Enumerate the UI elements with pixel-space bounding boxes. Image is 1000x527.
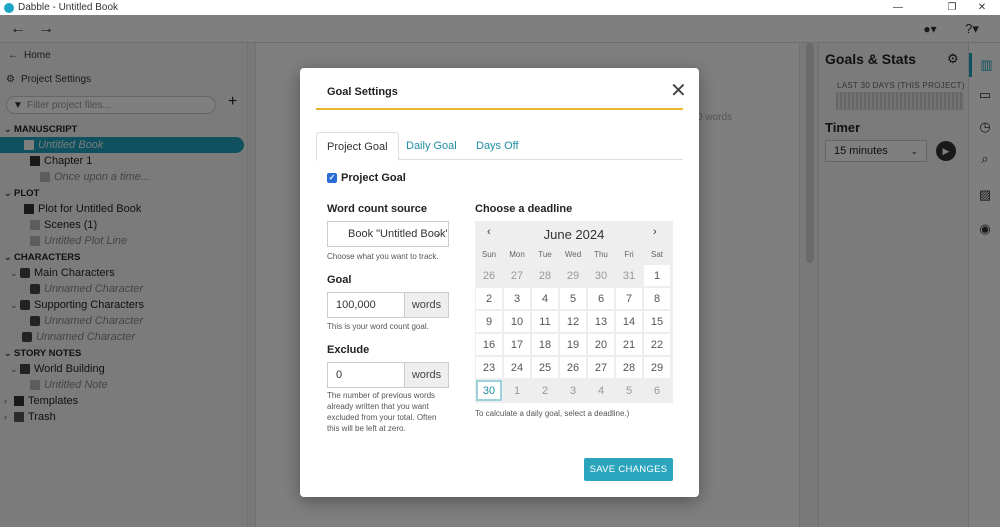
deadline-help: To calculate a daily goal, select a dead… <box>475 409 630 418</box>
calendar-day[interactable]: 4 <box>532 288 558 309</box>
calendar-day[interactable]: 26 <box>476 265 502 286</box>
calendar-day[interactable]: 3 <box>504 288 530 309</box>
calendar-day[interactable]: 14 <box>616 311 642 332</box>
dialog-title: Goal Settings <box>327 86 398 98</box>
exclude-help: The number of previous words already wri… <box>327 391 437 433</box>
calendar-weekday: Sun <box>481 250 497 259</box>
calendar-day[interactable]: 2 <box>532 380 558 401</box>
deadline-label: Choose a deadline <box>475 203 573 215</box>
tab-project-goal[interactable]: Project Goal <box>316 132 399 161</box>
checkbox-label: Project Goal <box>341 172 406 184</box>
calendar-day[interactable]: 24 <box>504 357 530 378</box>
checkbox-checked-icon[interactable]: ✓ <box>327 173 337 183</box>
calendar-month: June 2024 <box>543 226 605 242</box>
calendar-weekday: Thu <box>594 250 608 259</box>
deadline-calendar: ‹ June 2024 › Sun Mon Tue Wed Thu Fri Sat 26 27 2… <box>475 221 673 403</box>
calendar-day[interactable]: 19 <box>560 334 586 355</box>
window-titlebar: Dabble - Untitled Book <box>0 0 1000 15</box>
word-count-source-help: Choose what you want to track. <box>327 252 439 261</box>
calendar-weekday: Fri <box>624 250 634 259</box>
calendar-day[interactable]: 31 <box>616 265 642 286</box>
calendar-day[interactable]: 30 <box>476 380 502 401</box>
goal-label: Goal <box>327 274 352 286</box>
tab-days-off[interactable]: Days Off <box>466 132 529 160</box>
calendar-day[interactable]: 29 <box>644 357 670 378</box>
calendar-day[interactable]: 18 <box>532 334 558 355</box>
title-divider <box>316 108 683 110</box>
chevron-down-icon: ⌄ <box>434 228 442 238</box>
calendar-day[interactable]: 25 <box>532 357 558 378</box>
close-icon[interactable]: ✕ <box>670 78 687 103</box>
calendar-day[interactable]: 2 <box>476 288 502 309</box>
calendar-day[interactable]: 20 <box>588 334 614 355</box>
calendar-day[interactable]: 1 <box>644 265 670 286</box>
calendar-day[interactable]: 27 <box>504 265 530 286</box>
calendar-day[interactable]: 16 <box>476 334 502 355</box>
close-window-button[interactable]: ✕ <box>964 0 1000 15</box>
goal-help: This is your word count goal. <box>327 322 429 331</box>
dabble-logo-icon <box>4 2 14 13</box>
calendar-day[interactable]: 30 <box>588 265 614 286</box>
calendar-day[interactable]: 23 <box>476 357 502 378</box>
calendar-day[interactable]: 26 <box>560 357 586 378</box>
calendar-day[interactable]: 15 <box>644 311 670 332</box>
calendar-weekday: Sat <box>650 250 663 259</box>
calendar-day[interactable]: 6 <box>644 380 670 401</box>
calendar-day[interactable]: 1 <box>504 380 530 401</box>
calendar-weekday: Tue <box>538 250 552 259</box>
exclude-unit-addon: words <box>404 362 449 388</box>
word-count-source-label: Word count source <box>327 203 428 215</box>
calendar-next-icon[interactable]: › <box>653 226 657 238</box>
goal-unit-addon: words <box>404 292 449 318</box>
project-goal-checkbox-row[interactable]: ✓ Project Goal <box>327 172 406 184</box>
calendar-day[interactable]: 5 <box>616 380 642 401</box>
calendar-weekday: Mon <box>509 250 525 259</box>
calendar-day[interactable]: 3 <box>560 380 586 401</box>
calendar-day[interactable]: 7 <box>616 288 642 309</box>
calendar-day[interactable]: 4 <box>588 380 614 401</box>
word-count-source-select[interactable]: Book "Untitled Book" ⌄ <box>327 221 449 247</box>
calendar-day[interactable]: 17 <box>504 334 530 355</box>
calendar-day[interactable]: 28 <box>532 265 558 286</box>
calendar-day[interactable]: 6 <box>588 288 614 309</box>
goal-tabs: Project Goal Daily Goal Days Off <box>316 132 683 161</box>
tab-daily-goal[interactable]: Daily Goal <box>396 132 467 160</box>
goal-input[interactable]: 100,000 <box>327 292 405 318</box>
minimize-button[interactable]: — <box>880 0 916 15</box>
calendar-day[interactable]: 8 <box>644 288 670 309</box>
exclude-label: Exclude <box>327 344 370 356</box>
window-title: Dabble - Untitled Book <box>18 2 119 13</box>
calendar-day[interactable]: 13 <box>588 311 614 332</box>
calendar-day[interactable]: 9 <box>476 311 502 332</box>
calendar-day[interactable]: 27 <box>588 357 614 378</box>
calendar-day[interactable]: 12 <box>560 311 586 332</box>
calendar-day[interactable]: 28 <box>616 357 642 378</box>
calendar-day[interactable]: 22 <box>644 334 670 355</box>
calendar-day[interactable]: 5 <box>560 288 586 309</box>
calendar-day[interactable]: 29 <box>560 265 586 286</box>
calendar-day[interactable]: 11 <box>532 311 558 332</box>
save-changes-button[interactable]: SAVE CHANGES <box>584 458 673 481</box>
goal-settings-dialog: Goal Settings ✕ Project Goal Daily Goal … <box>300 68 699 497</box>
calendar-day[interactable]: 21 <box>616 334 642 355</box>
calendar-day[interactable]: 10 <box>504 311 530 332</box>
calendar-weekday: Wed <box>564 250 582 259</box>
exclude-input[interactable]: 0 <box>327 362 405 388</box>
